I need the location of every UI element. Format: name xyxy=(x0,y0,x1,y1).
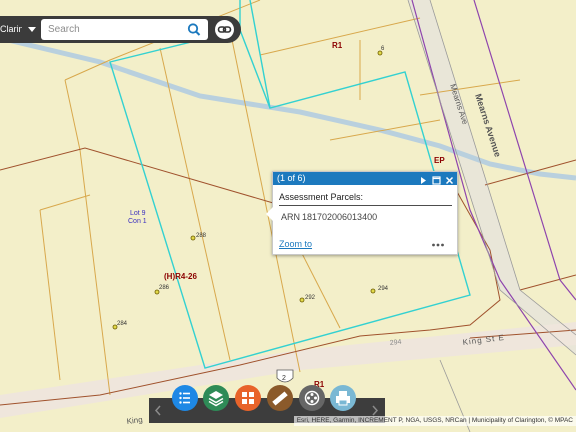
map-attribution: Esri, HERE, Garmin, INCREMENT P, NGA, US… xyxy=(293,416,576,426)
link-icon[interactable] xyxy=(215,20,234,39)
parcel-point-294[interactable] xyxy=(370,288,376,294)
print-button[interactable] xyxy=(330,385,356,411)
label-parcel-288: 288 xyxy=(196,233,207,239)
zoom-to-link[interactable]: Zoom to xyxy=(279,239,312,249)
label-parcel-284: 284 xyxy=(117,321,128,327)
film-button[interactable] xyxy=(299,385,325,411)
popup-pointer xyxy=(266,207,273,221)
label-road-294: 294 xyxy=(389,339,401,347)
basemap-gallery-button[interactable] xyxy=(235,385,261,411)
label-parcel-294: 294 xyxy=(378,286,389,292)
arn-value: 181702006013400 xyxy=(302,212,378,222)
label-route-2: 2 xyxy=(282,375,286,382)
ruler-icon xyxy=(272,391,288,406)
layers-button[interactable] xyxy=(203,385,229,411)
maximize-icon[interactable] xyxy=(431,173,442,185)
popup-feature-count: (1 of 6) xyxy=(277,173,306,183)
toolbar-prev-arrow-icon[interactable] xyxy=(153,404,163,417)
parcel-point-288[interactable] xyxy=(190,235,196,241)
popup-header: (1 of 6) xyxy=(273,172,457,185)
parcel-point-292[interactable] xyxy=(299,297,305,303)
label-zone-r1-top: R1 xyxy=(332,41,343,50)
more-options-icon[interactable] xyxy=(431,237,445,247)
film-reel-icon xyxy=(304,390,320,406)
popup-divider xyxy=(279,205,452,206)
label-zone-ep: EP xyxy=(434,156,445,165)
locality-label: Clarington xyxy=(0,24,22,34)
legend-button[interactable] xyxy=(172,385,198,411)
label-parcel-286: 286 xyxy=(159,285,170,291)
close-icon[interactable] xyxy=(444,173,455,185)
printer-icon xyxy=(336,391,350,406)
label-con-1: Con 1 xyxy=(128,218,147,225)
search-input[interactable] xyxy=(48,22,176,37)
search-bar: Clarington xyxy=(0,16,241,43)
arn-label: ARN xyxy=(281,212,301,222)
search-icon[interactable] xyxy=(185,21,203,38)
label-lot-9: Lot 9 xyxy=(130,210,146,217)
next-feature-icon[interactable] xyxy=(418,173,429,184)
list-icon xyxy=(179,392,190,404)
measure-button[interactable] xyxy=(267,385,293,411)
info-popup: (1 of 6) Assessment Parcels: ARN 1817020… xyxy=(266,171,458,255)
grid-icon xyxy=(242,392,254,404)
label-zone-hr426: (H)R4-26 xyxy=(164,272,197,281)
search-box xyxy=(41,19,208,40)
popup-layer-title: Assessment Parcels: xyxy=(279,192,364,202)
layers-icon xyxy=(208,391,224,407)
chevron-down-icon[interactable] xyxy=(24,21,40,37)
label-parcel-292: 292 xyxy=(305,295,316,301)
